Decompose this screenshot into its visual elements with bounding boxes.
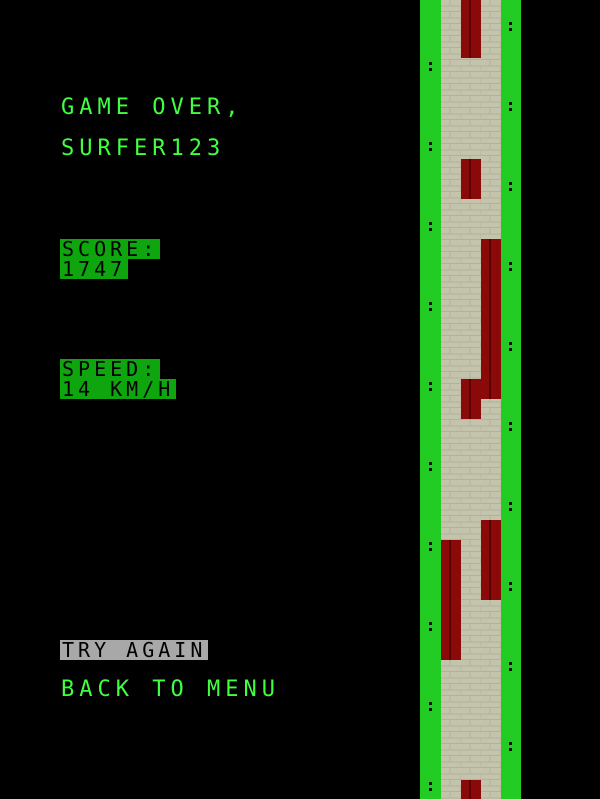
grass-marker	[429, 708, 432, 711]
grass-marker	[429, 782, 432, 785]
grass-marker	[429, 468, 432, 471]
grass-marker	[429, 548, 432, 551]
speed-value: 14 KM/H	[60, 377, 177, 401]
grass-marker	[509, 508, 512, 511]
grass-marker	[509, 502, 512, 505]
grass-marker	[509, 348, 512, 351]
grass-marker	[509, 428, 512, 431]
grass-marker	[429, 222, 432, 225]
grass-marker	[509, 588, 512, 591]
left-grass	[420, 0, 441, 799]
player-name: SURFER123	[61, 136, 226, 161]
score-label: SCORE:	[60, 237, 161, 261]
back-to-menu-button[interactable]: BACK TO MENU	[61, 677, 280, 702]
try-again-button[interactable]: TRY AGAIN	[60, 640, 209, 660]
right-grass	[501, 0, 521, 799]
grass-marker	[509, 268, 512, 271]
grass-marker	[509, 188, 512, 191]
grass-marker	[509, 742, 512, 745]
grass-marker	[429, 628, 432, 631]
grass-marker	[509, 668, 512, 671]
grass-marker	[509, 28, 512, 31]
grass-marker	[509, 422, 512, 425]
grass-marker	[429, 62, 432, 65]
grass-marker	[509, 582, 512, 585]
grass-marker	[429, 462, 432, 465]
grass-marker	[509, 182, 512, 185]
grass-marker	[509, 662, 512, 665]
grass-marker	[429, 388, 432, 391]
grass-marker	[429, 622, 432, 625]
grass-marker	[509, 108, 512, 111]
grass-marker	[429, 308, 432, 311]
grass-marker	[509, 748, 512, 751]
grass-marker	[429, 148, 432, 151]
grass-marker	[509, 102, 512, 105]
grass-marker	[429, 142, 432, 145]
grass-marker	[429, 542, 432, 545]
grass-marker	[509, 262, 512, 265]
grass-marker	[509, 22, 512, 25]
speed-label: SPEED:	[60, 357, 161, 381]
grass-marker	[429, 302, 432, 305]
grass-marker	[429, 702, 432, 705]
grass-marker	[429, 228, 432, 231]
score-value: 1747	[60, 257, 129, 281]
grass-marker	[509, 342, 512, 345]
grass-marker	[429, 382, 432, 385]
grass-marker	[429, 68, 432, 71]
road-track	[420, 0, 521, 799]
game-over-heading: GAME OVER,	[61, 95, 244, 120]
grass-marker	[429, 788, 432, 791]
